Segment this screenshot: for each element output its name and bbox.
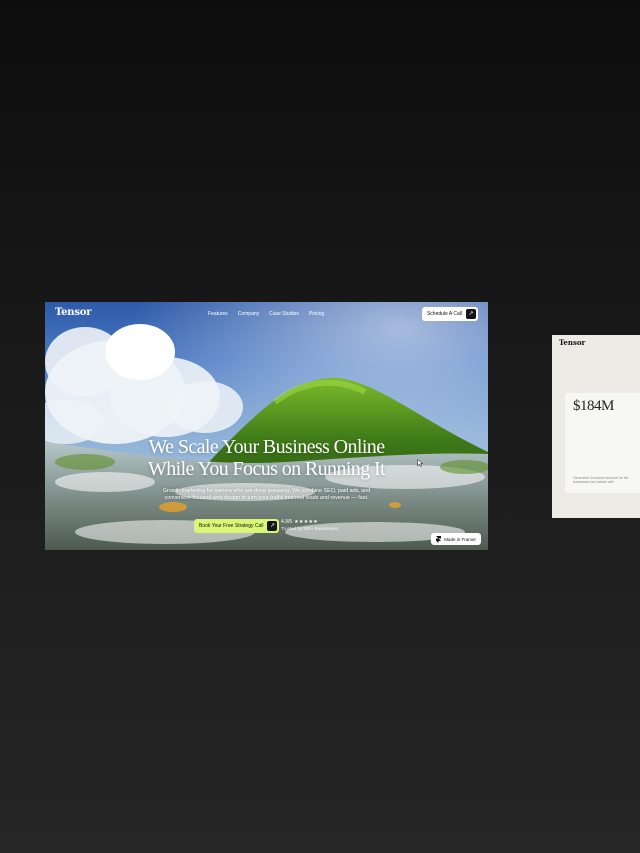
mouse-cursor-icon (417, 459, 423, 467)
nav-link-features[interactable]: Features (208, 311, 228, 317)
book-strategy-call-label: Book Your Free Strategy Call (199, 523, 264, 529)
framer-logo-icon (436, 535, 442, 543)
hero-screenshot: Tensor Features Company Case Studies Pri… (45, 302, 488, 550)
rating-score: 4.9/5 (281, 519, 293, 525)
made-in-framer-label: Made in Framer (444, 536, 476, 542)
preview-brand-logo: Tensor (559, 338, 586, 347)
arrow-up-right-icon: ↗ (466, 309, 476, 319)
book-strategy-call-button[interactable]: Book Your Free Strategy Call ↗ (194, 519, 280, 533)
nav-link-case-studies[interactable]: Case Studies (269, 311, 299, 317)
stat-card: $184M Generated in tracked revenue for t… (565, 393, 640, 493)
schedule-call-button[interactable]: Schedule A Call ↗ (421, 307, 478, 321)
revenue-caption: Generated in tracked revenue for the bus… (573, 476, 629, 485)
trusted-by-text: Trusted by 200+ Businesses (281, 526, 338, 531)
nav-link-company[interactable]: Company (238, 311, 259, 317)
hero-subheadline: Growth marketing for owners who are done… (162, 488, 371, 502)
revenue-stat: $184M (573, 398, 614, 414)
schedule-call-label: Schedule A Call (426, 311, 462, 317)
nav-link-pricing[interactable]: Pricing (309, 311, 324, 317)
rating-block: 4.9/5 ★★★★★ Trusted by 200+ Businesses (281, 519, 338, 531)
made-in-framer-badge[interactable]: Made in Framer (431, 533, 481, 545)
arrow-up-right-icon: ↗ (267, 521, 278, 531)
main-nav: Features Company Case Studies Pricing (208, 311, 324, 317)
star-rating-icon: ★★★★★ (294, 519, 319, 525)
hero-landscape-image (45, 302, 488, 550)
headline-line-1: We Scale Your Business Online (148, 436, 386, 458)
next-slide-preview[interactable]: Tensor $184M Generated in tracked revenu… (552, 335, 640, 518)
hero-headline: We Scale Your Business Online While You … (45, 436, 488, 480)
brand-logo[interactable]: Tensor (55, 307, 91, 318)
